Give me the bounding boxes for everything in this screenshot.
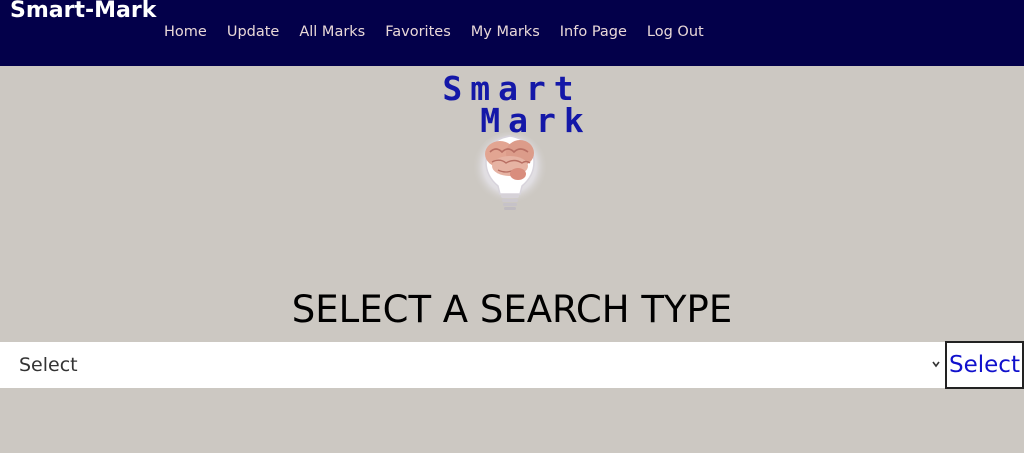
chevron-down-icon [932, 361, 940, 368]
search-type-select[interactable]: Select [0, 342, 945, 388]
nav-link-log-out[interactable]: Log Out [637, 22, 714, 42]
nav-link-favorites[interactable]: Favorites [375, 22, 461, 42]
nav-link-update[interactable]: Update [217, 22, 290, 42]
smart-mark-logo: Smart Mark [442, 70, 591, 210]
nav-link-home[interactable]: Home [154, 22, 217, 42]
nav-link-info-page[interactable]: Info Page [550, 22, 637, 42]
brand-title[interactable]: Smart-Mark [10, 0, 156, 25]
page-title: SELECT A SEARCH TYPE [291, 288, 733, 331]
select-button[interactable]: Select [945, 341, 1024, 389]
logo-line-2: Mark [480, 101, 591, 140]
nav-link-my-marks[interactable]: My Marks [461, 22, 550, 42]
select-value: Select [19, 354, 78, 376]
brain-lightbulb-icon [472, 132, 548, 210]
nav-links: Home Update All Marks Favorites My Marks… [154, 22, 714, 42]
nav-link-all-marks[interactable]: All Marks [289, 22, 375, 42]
navbar: Smart-Mark Home Update All Marks Favorit… [0, 0, 1024, 66]
